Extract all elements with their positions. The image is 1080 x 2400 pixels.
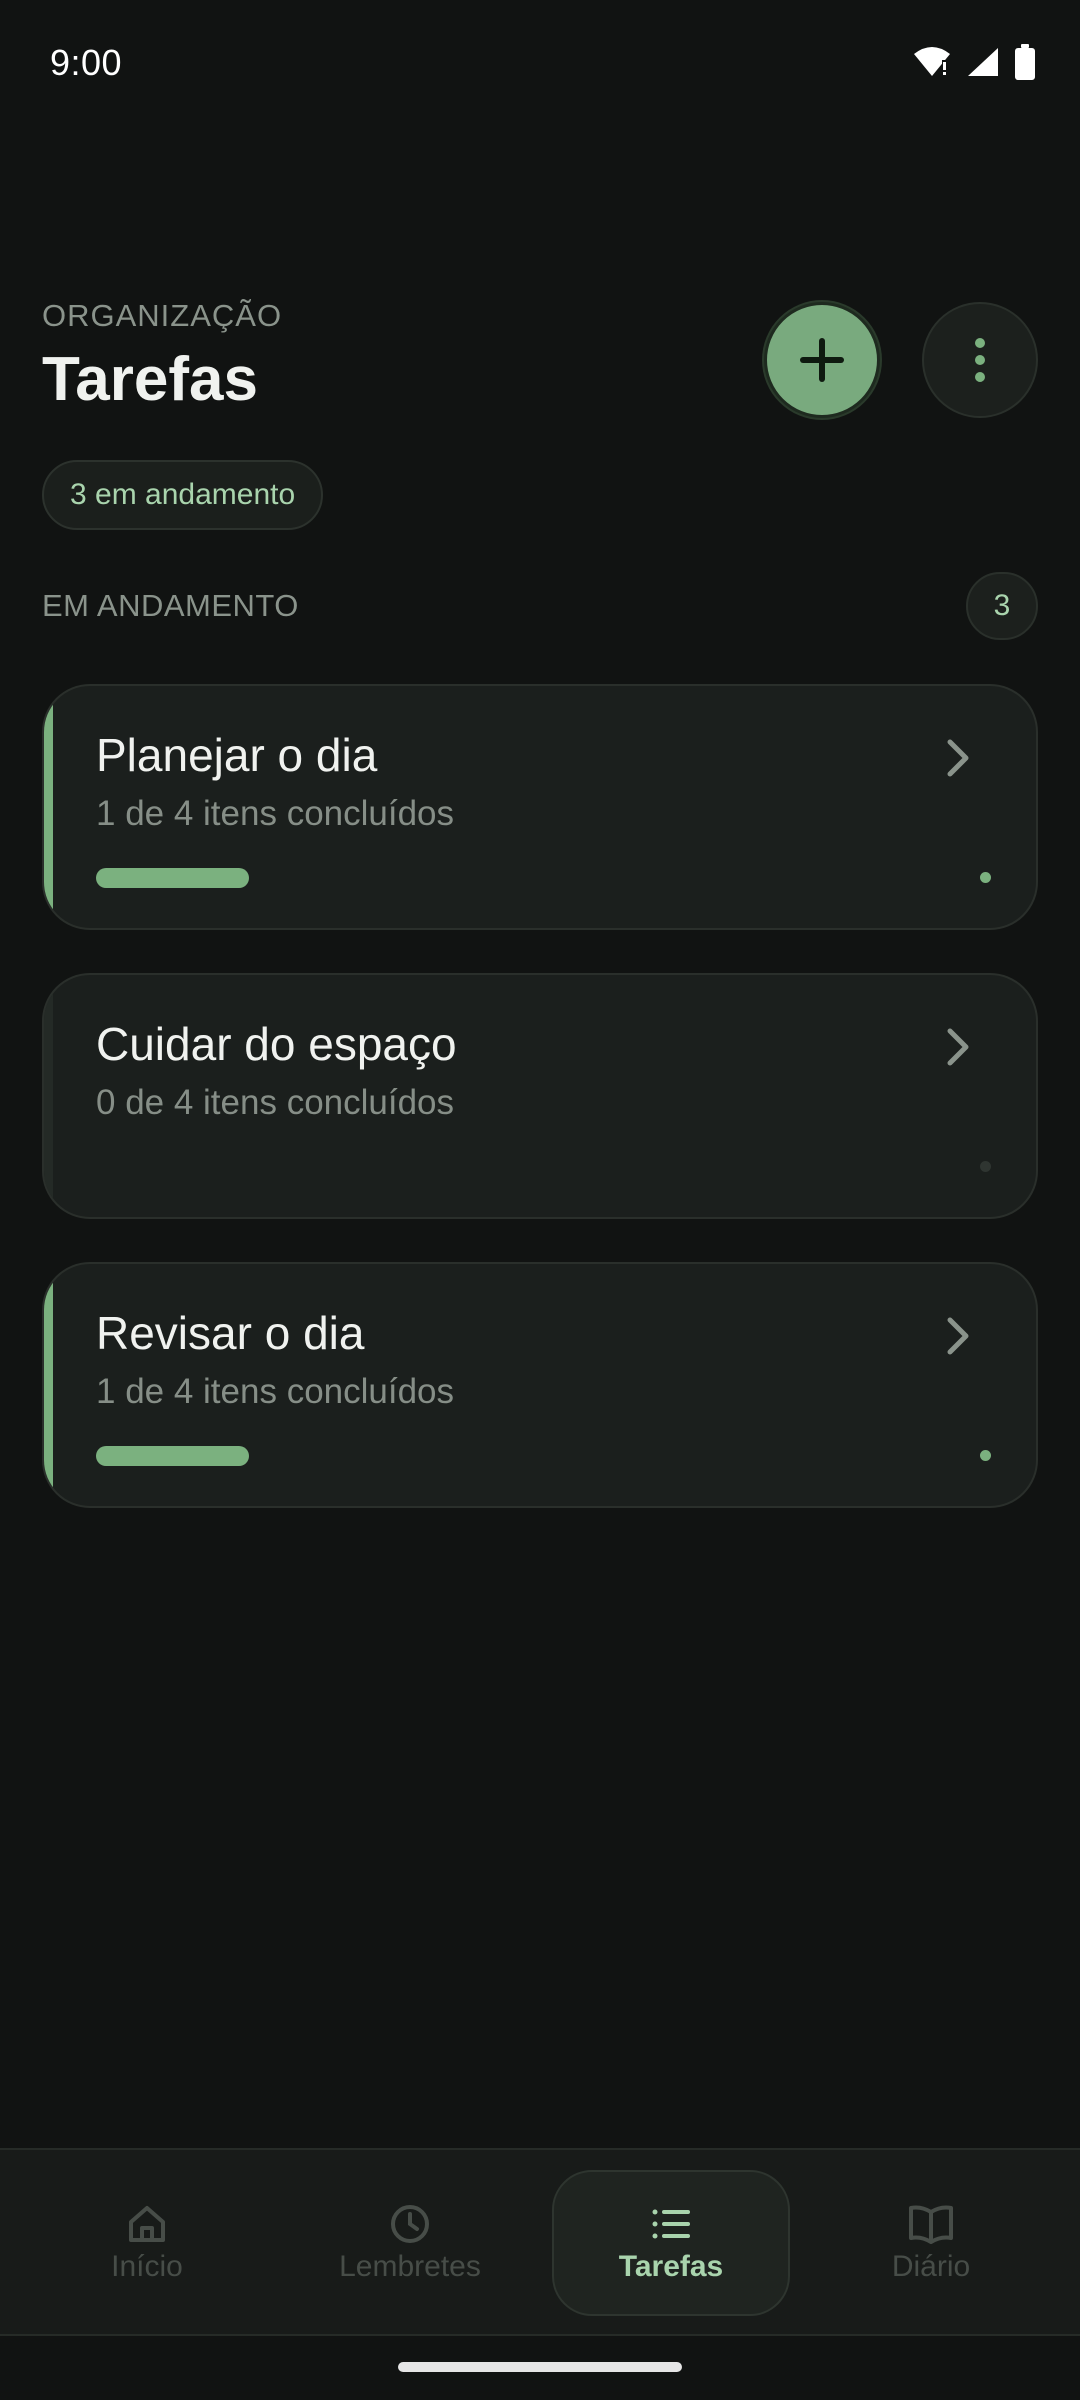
nav-item-lembretes[interactable]: Lembretes bbox=[300, 2170, 520, 2316]
nav-item-tarefas[interactable]: Tarefas bbox=[552, 2170, 790, 2316]
bottom-navigation: Início Lembretes Tarefas Diário bbox=[0, 2148, 1080, 2336]
task-status-dot bbox=[980, 1450, 991, 1461]
page-title: Tarefas bbox=[42, 345, 258, 414]
task-title: Revisar o dia bbox=[96, 1307, 365, 1359]
task-card[interactable]: Cuidar do espaço 0 de 4 itens concluídos bbox=[42, 973, 1038, 1219]
task-progress-text: 1 de 4 itens concluídos bbox=[96, 1372, 455, 1411]
plus-icon bbox=[800, 338, 844, 382]
home-icon bbox=[129, 2206, 165, 2242]
task-progress-bar bbox=[96, 868, 332, 888]
task-progress-fill bbox=[96, 868, 250, 888]
task-progress-bar bbox=[96, 1157, 332, 1177]
task-title: Cuidar do espaço bbox=[96, 1018, 457, 1070]
book-icon bbox=[909, 2205, 953, 2244]
status-bar: 9:00 bbox=[0, 0, 1080, 130]
battery-icon bbox=[1015, 44, 1035, 80]
more-options-button[interactable] bbox=[922, 302, 1038, 418]
add-task-button[interactable] bbox=[764, 302, 880, 418]
task-progress-fill bbox=[96, 1446, 250, 1466]
in-progress-chip: 3 em andamento bbox=[42, 460, 324, 530]
nav-item-inicio[interactable]: Início bbox=[42, 2170, 252, 2316]
signal-icon bbox=[968, 48, 998, 76]
list-icon bbox=[652, 2209, 690, 2239]
status-time: 9:00 bbox=[50, 42, 123, 83]
task-progress-text: 1 de 4 itens concluídos bbox=[96, 794, 455, 833]
home-indicator[interactable] bbox=[398, 2362, 682, 2372]
nav-item-diario[interactable]: Diário bbox=[826, 2170, 1036, 2316]
nav-label: Diário bbox=[891, 2250, 971, 2283]
page-overline: ORGANIZAÇÃO bbox=[42, 298, 283, 333]
section-label: EM ANDAMENTO bbox=[42, 588, 299, 623]
chevron-right-icon bbox=[947, 1317, 969, 1355]
chevron-right-icon bbox=[947, 1028, 969, 1066]
more-vertical-icon bbox=[975, 338, 985, 382]
task-status-dot bbox=[980, 1161, 991, 1172]
task-title: Planejar o dia bbox=[96, 729, 378, 781]
chevron-right-icon bbox=[947, 739, 969, 777]
task-status-dot bbox=[980, 872, 991, 883]
status-icons bbox=[912, 44, 1036, 80]
clock-icon bbox=[391, 2205, 429, 2243]
screen: 9:00 ORGANIZAÇÃO Tarefas 3 em andamento … bbox=[0, 0, 1080, 2400]
task-progress-bar bbox=[96, 1446, 332, 1466]
nav-label: Início bbox=[111, 2250, 183, 2283]
task-progress-text: 0 de 4 itens concluídos bbox=[96, 1083, 455, 1122]
task-accent-bar bbox=[44, 975, 53, 1217]
task-accent-bar bbox=[44, 686, 53, 928]
task-card[interactable]: Revisar o dia 1 de 4 itens concluídos bbox=[42, 1262, 1038, 1508]
section-count-badge: 3 bbox=[966, 572, 1038, 640]
task-card[interactable]: Planejar o dia 1 de 4 itens concluídos bbox=[42, 684, 1038, 930]
nav-label: Lembretes bbox=[339, 2250, 481, 2283]
wifi-icon bbox=[914, 47, 950, 76]
nav-label: Tarefas bbox=[618, 2250, 724, 2283]
task-accent-bar bbox=[44, 1264, 53, 1506]
